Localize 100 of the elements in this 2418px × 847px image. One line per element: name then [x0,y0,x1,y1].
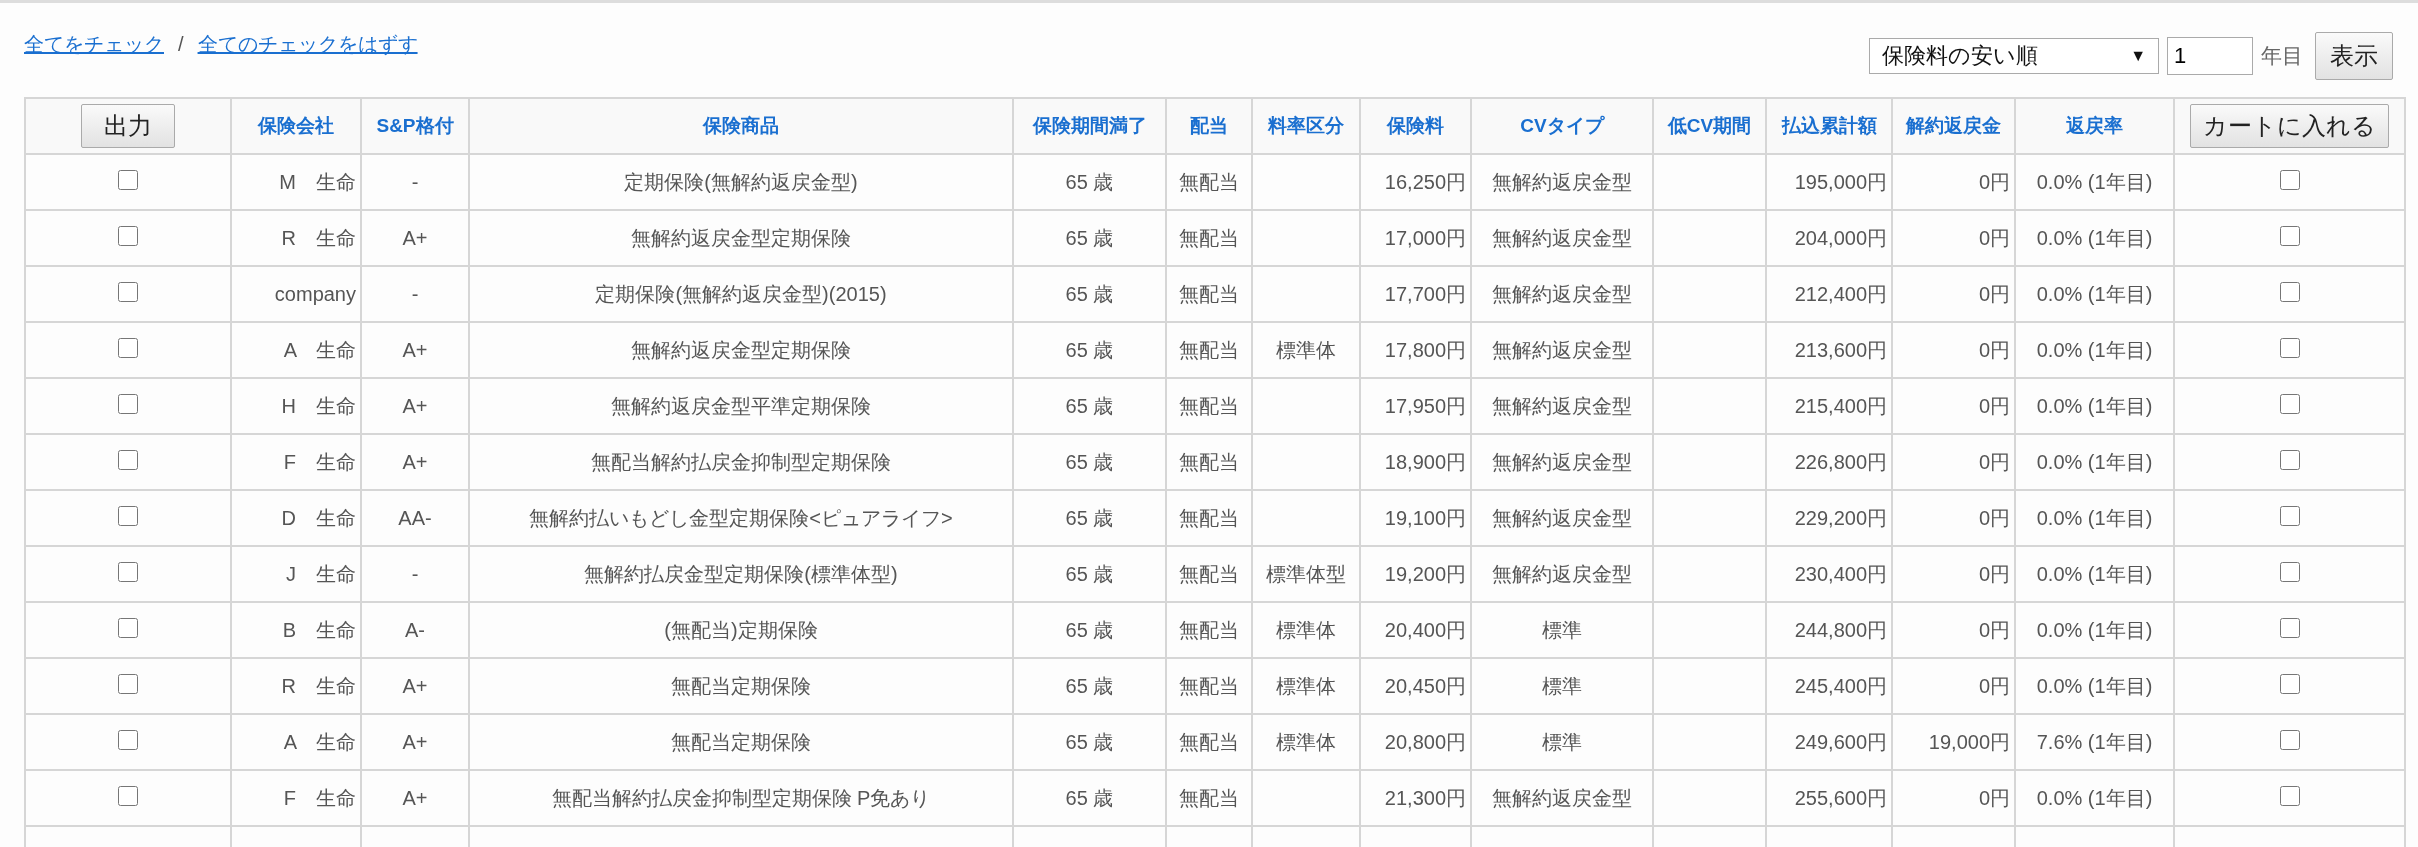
table-cell: 19,200円 [1384,562,1466,585]
table-cell: 無解約返戻金型平準定期保険 [611,394,871,417]
table-cell: A 生命 [283,338,356,361]
table-cell: 215,400円 [1794,394,1887,417]
table-cell: 0.0% (1年目) [2036,170,2153,193]
output-checkbox[interactable] [118,449,138,470]
table-cell: 229,200円 [1794,506,1887,529]
table-cell: 0.0% (1年目) [2036,674,2153,697]
year-field[interactable]: 1 [2167,37,2253,75]
cart-checkbox[interactable] [2279,449,2300,470]
table-cell: 255,600円 [1794,786,1887,809]
table-cell: - [411,170,419,193]
table-cell: 230,400円 [1794,562,1887,585]
table-cell: 無配当 [1179,786,1239,809]
table-cell: 65 歳 [1065,394,1114,417]
table-cell: 無解約返戻金型 [1492,394,1632,417]
output-checkbox[interactable] [118,785,138,806]
show-button[interactable]: 表示 [2315,32,2393,80]
output-checkbox[interactable] [118,561,138,582]
output-checkbox[interactable] [118,505,138,526]
table-cell: 無解約返戻金型 [1492,338,1632,361]
table-cell: 65 歳 [1065,450,1114,473]
table-cell: 226,800円 [1794,450,1887,473]
uncheck-all-link[interactable]: 全てのチェックをはずす [197,31,418,58]
table-cell: 無解約返戻金型 [1492,226,1632,249]
table-cell: 0.0% (1年目) [2036,506,2153,529]
output-checkbox[interactable] [118,617,138,638]
table-cell: 0.0% (1年目) [2036,562,2153,585]
table-cell: 0円 [1978,394,2010,417]
table-cell: 65 歳 [1065,618,1114,641]
table-cell: A+ [402,674,428,697]
output-button[interactable]: 出力 [81,104,175,148]
table-cell: 無配当 [1179,674,1239,697]
table-cell: 無解約払戻金型定期保険(標準体型) [584,562,898,585]
table-cell: 0.0% (1年目) [2036,450,2153,473]
check-all-link[interactable]: 全てをチェック [24,31,164,58]
table-cell: 213,600円 [1794,338,1887,361]
table-cell: 標準体 [1276,730,1336,753]
cart-checkbox[interactable] [2279,225,2300,246]
cart-checkbox[interactable] [2279,505,2300,526]
cart-checkbox[interactable] [2279,673,2300,694]
table-cell: 無配当解約払戻金抑制型定期保険 P免あり [551,786,931,809]
column-header[interactable]: 配当 [1190,115,1228,136]
cart-checkbox[interactable] [2279,337,2300,358]
table-cell: F 生命 [283,450,356,473]
table-cell: 無配当 [1179,394,1239,417]
table-cell: B 生命 [282,618,356,641]
table-cell: 0.0% (1年目) [2036,282,2153,305]
table-cell: A+ [402,730,428,753]
cart-checkbox[interactable] [2279,785,2300,806]
table-cell: 無解約返戻金型 [1492,450,1632,473]
output-checkbox[interactable] [118,673,138,694]
table-cell: 18,900円 [1384,450,1466,473]
table-cell: 17,950円 [1384,394,1466,417]
output-checkbox[interactable] [118,337,138,358]
table-cell: 0.0% (1年目) [2036,226,2153,249]
column-header[interactable]: 保険商品 [703,115,779,136]
table-cell: 0.0% (1年目) [2036,338,2153,361]
add-to-cart-button[interactable]: カートに入れる [2190,104,2389,148]
cart-checkbox[interactable] [2279,617,2300,638]
column-header[interactable]: 保険料 [1387,115,1444,136]
table-cell: 0円 [1978,786,2010,809]
table-cell: 0.0% (1年目) [2036,618,2153,641]
table-cell: 195,000円 [1794,170,1887,193]
table-cell: A+ [402,338,428,361]
table-cell: 17,700円 [1384,282,1466,305]
table-cell: 無配当解約払戻金抑制型定期保険 [591,450,891,473]
column-header[interactable]: 返戻率 [2066,115,2123,136]
table-cell: 65 歳 [1065,562,1114,585]
table-cell: 定期保険(無解約返戻金型)(2015) [595,282,887,305]
table-cell: 無配当 [1179,562,1239,585]
cart-checkbox[interactable] [2279,393,2300,414]
table-cell: A+ [402,226,428,249]
table-cell: 0.0% (1年目) [2036,786,2153,809]
table-cell: 7.6% (1年目) [2036,730,2153,753]
output-checkbox[interactable] [118,393,138,414]
table-cell: 16,250円 [1384,170,1466,193]
table-cell: 65 歳 [1065,338,1114,361]
sort-dropdown[interactable]: 保険料の安い順 ▼ [1869,38,2159,74]
table-cell: J 生命 [286,562,356,585]
table-cell: A 生命 [283,730,356,753]
table-cell: 無解約返戻金型 [1492,170,1632,193]
year-unit-label: 年目 [2261,43,2303,69]
output-checkbox[interactable] [118,281,138,302]
column-header[interactable]: CVタイプ [1520,115,1604,136]
table-cell: 244,800円 [1794,618,1887,641]
table-cell: D 生命 [281,506,356,529]
cart-checkbox[interactable] [2279,561,2300,582]
output-checkbox[interactable] [118,225,138,246]
cart-checkbox[interactable] [2279,281,2300,302]
cart-checkbox[interactable] [2279,729,2300,750]
table-cell: 無配当 [1179,282,1239,305]
output-checkbox[interactable] [118,169,138,190]
table-cell: 0円 [1978,450,2010,473]
output-checkbox[interactable] [118,729,138,750]
table-cell: 0円 [1978,562,2010,585]
table-cell: A+ [402,450,428,473]
table-cell: A+ [402,786,428,809]
cart-checkbox[interactable] [2279,169,2300,190]
table-cell: 無解約返戻金型定期保険 [631,338,851,361]
